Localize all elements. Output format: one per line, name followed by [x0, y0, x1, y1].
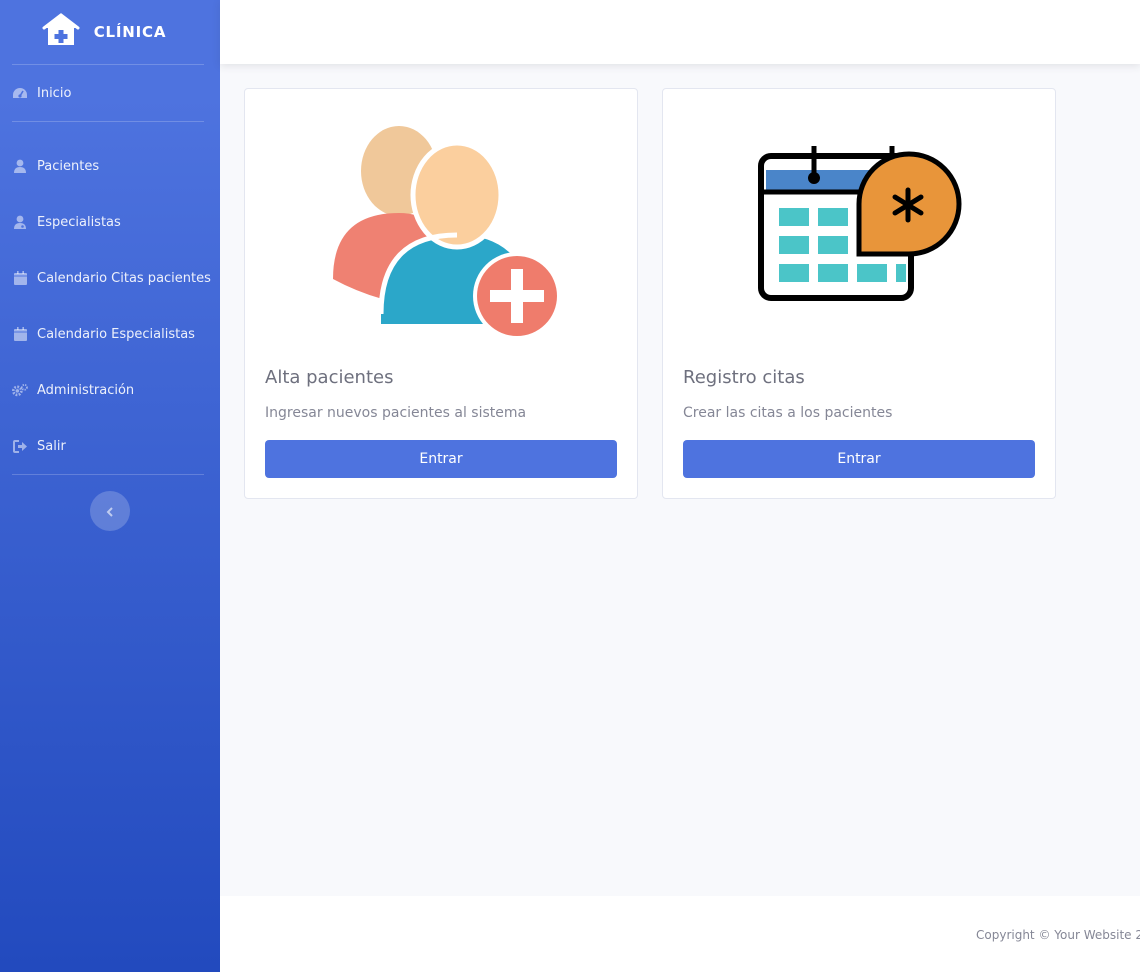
sidebar-item-label: Especialistas [37, 214, 121, 230]
sidebar-item-inicio[interactable]: Inicio [0, 65, 220, 121]
card-title: Registro citas [683, 367, 805, 388]
sidebar-item-administracion[interactable]: Administración [0, 362, 220, 418]
sidebar-toggle-button[interactable] [90, 491, 130, 531]
footer: Copyright © Your Website 20 [220, 896, 1140, 972]
entrar-button[interactable]: Entrar [265, 440, 617, 478]
clinic-house-icon [42, 13, 80, 51]
card-title: Alta pacientes [265, 367, 394, 388]
copyright-text: Copyright © Your Website 20 [976, 928, 1140, 942]
sidebar-item-especialistas[interactable]: Especialistas [0, 194, 220, 250]
user-doctor-icon [12, 214, 28, 230]
calendar-icon [12, 326, 28, 342]
sidebar-item-label: Inicio [37, 85, 72, 101]
sidebar-divider [12, 474, 204, 475]
user-icon [12, 158, 28, 174]
sidebar-item-salir[interactable]: Salir [0, 418, 220, 474]
sign-out-icon [12, 438, 28, 454]
cogs-icon [12, 382, 28, 398]
calendar-appointment-illustration [663, 89, 1055, 359]
sidebar-item-calendario-citas[interactable]: Calendario Citas pacientes [0, 250, 220, 306]
sidebar: CLÍNICA Inicio Pacientes Especialistas C… [0, 0, 220, 972]
brand[interactable]: CLÍNICA [0, 0, 220, 64]
add-users-illustration [245, 89, 637, 359]
sidebar-item-calendario-especialistas[interactable]: Calendario Especialistas [0, 306, 220, 362]
card-registro-citas: Registro citas Crear las citas a los pac… [662, 88, 1056, 499]
sidebar-item-pacientes[interactable]: Pacientes [0, 138, 220, 194]
sidebar-item-label: Calendario Especialistas [37, 326, 195, 342]
sidebar-item-label: Calendario Citas pacientes [37, 270, 211, 286]
brand-name: CLÍNICA [93, 23, 167, 41]
sidebar-item-label: Salir [37, 438, 66, 454]
chevron-left-icon [106, 502, 114, 521]
card-text: Ingresar nuevos pacientes al sistema [265, 405, 527, 421]
entrar-button[interactable]: Entrar [683, 440, 1035, 478]
topbar [220, 0, 1140, 64]
sidebar-item-label: Administración [37, 382, 135, 398]
sidebar-item-label: Pacientes [37, 158, 100, 174]
card-text: Crear las citas a los pacientes [683, 405, 893, 421]
tachometer-icon [12, 85, 28, 101]
calendar-icon [12, 270, 28, 286]
card-alta-pacientes: Alta pacientes Ingresar nuevos pacientes… [244, 88, 638, 499]
